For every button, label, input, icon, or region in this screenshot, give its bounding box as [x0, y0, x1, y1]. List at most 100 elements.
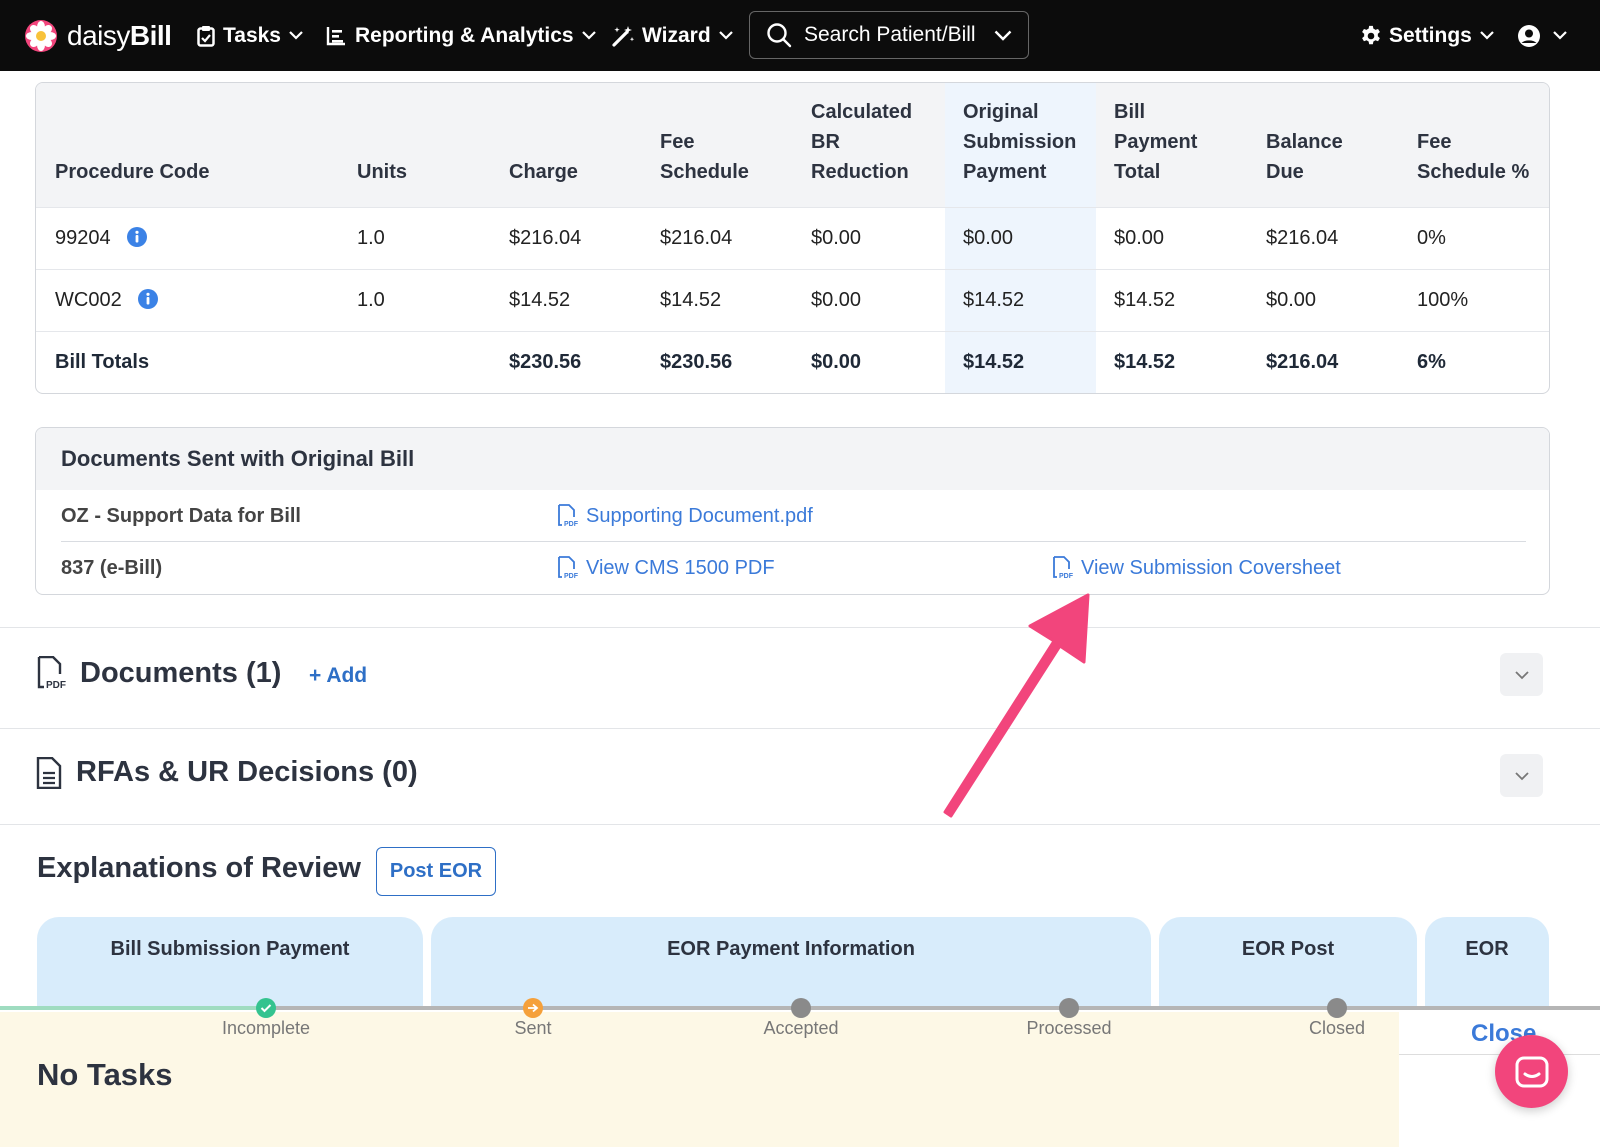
header-line: Payment: [963, 161, 1047, 183]
eor-tab-payment-info: EOR Payment Information: [431, 917, 1151, 1007]
user-menu[interactable]: [1517, 0, 1567, 71]
link-text: View CMS 1500 PDF: [586, 556, 775, 579]
svg-text:PDF: PDF: [564, 573, 578, 580]
header-units: Units: [357, 161, 407, 183]
row-divider: [36, 269, 1549, 270]
header-line: Schedule: [660, 161, 749, 183]
total-bill-payment: $14.52: [1114, 351, 1176, 373]
header-fee-schedule: Fee Schedule: [660, 127, 749, 187]
header-line: Bill: [1114, 101, 1146, 123]
view-cms-1500-link[interactable]: PDF View CMS 1500 PDF: [556, 556, 775, 580]
nav-reporting-label: Reporting & Analytics: [355, 23, 574, 47]
documents-sent-title: Documents Sent with Original Bill: [61, 446, 415, 471]
header-bill-payment-total: Bill Payment Total: [1114, 97, 1197, 187]
chevron-down-icon: [581, 31, 596, 40]
view-submission-coversheet-link[interactable]: PDF View Submission Coversheet: [1051, 556, 1341, 580]
divider: [61, 541, 1526, 542]
doc-row-label: 837 (e-Bill): [61, 557, 163, 579]
header-balance-due: Balance Due: [1266, 127, 1343, 187]
status-step-pending: [791, 998, 811, 1018]
chevron-down-icon: [1553, 31, 1567, 40]
add-document-button[interactable]: + Add: [309, 664, 367, 688]
tab-label: EOR Post: [1241, 938, 1335, 960]
procedure-code: WC002: [55, 289, 122, 311]
header-line: Calculated: [811, 101, 913, 123]
nav-reporting[interactable]: Reporting & Analytics: [326, 0, 596, 71]
link-text: View Submission Coversheet: [1081, 556, 1341, 579]
status-label-closed: Closed: [1308, 1018, 1366, 1038]
document-icon: [36, 756, 62, 789]
row-divider: [36, 331, 1549, 332]
arrow-right-icon: [528, 1003, 539, 1013]
cell-bill-payment: $14.52: [1114, 289, 1176, 311]
header-line: Fee: [1417, 131, 1452, 153]
header-br-reduction: Calculated BR Reduction: [811, 97, 912, 187]
nav-tasks[interactable]: Tasks: [197, 0, 303, 71]
cell-fee-schedule: $216.04: [660, 227, 733, 249]
search-patient-bill-input[interactable]: Search Patient/Bill: [749, 11, 1029, 59]
expand-rfa-button[interactable]: [1500, 754, 1543, 797]
total-original-payment: $14.52: [963, 351, 1025, 373]
tab-label: Bill Submission Payment: [110, 938, 350, 960]
cell-units: 1.0: [357, 289, 385, 311]
table-row-code: WC002: [55, 285, 159, 315]
daisy-logo-icon: [25, 19, 57, 52]
nav-settings[interactable]: Settings: [1360, 0, 1494, 71]
header-line: Fee: [660, 131, 695, 153]
daisybill-logo[interactable]: daisyBill: [24, 0, 172, 71]
status-label-accepted: Accepted: [763, 1018, 839, 1038]
cell-charge: $216.04: [509, 227, 582, 249]
post-eor-button[interactable]: Post EOR: [376, 847, 496, 896]
status-step-pending: [1327, 998, 1347, 1018]
tab-label: EOR: [1465, 938, 1509, 960]
header-line: Reduction: [811, 161, 909, 183]
chevron-down-icon: [718, 31, 733, 40]
chevron-down-icon: [1514, 771, 1529, 780]
eor-tab-eor: EOR: [1425, 917, 1549, 1007]
cell-br-reduction: $0.00: [811, 289, 862, 311]
nav-wizard-label: Wizard: [642, 23, 711, 47]
cell-bill-payment: $0.00: [1114, 227, 1165, 249]
totals-label: Bill Totals: [55, 351, 150, 373]
procedure-table: Procedure Code Units Charge Fee Schedule…: [35, 82, 1550, 394]
status-step-complete: [256, 998, 276, 1018]
status-step-current: [523, 998, 543, 1018]
cell-br-reduction: $0.00: [811, 227, 862, 249]
supporting-document-link[interactable]: PDF Supporting Document.pdf: [556, 504, 813, 528]
cell-fee-schedule: $14.52: [660, 289, 722, 311]
tasks-title: No Tasks: [37, 1057, 173, 1092]
tab-label: EOR Payment Information: [667, 938, 915, 960]
search-icon: [767, 23, 792, 48]
check-icon: [260, 1004, 272, 1013]
rfa-section-title[interactable]: RFAs & UR Decisions (0): [36, 756, 418, 789]
nav-wizard[interactable]: Wizard: [611, 0, 733, 71]
header-line: BR: [811, 131, 840, 153]
total-br-reduction: $0.00: [811, 351, 862, 373]
chevron-down-icon[interactable]: [994, 30, 1012, 41]
expand-documents-button[interactable]: [1500, 653, 1543, 696]
documents-sent-card: Documents Sent with Original Bill OZ - S…: [35, 427, 1550, 595]
info-icon[interactable]: [126, 226, 148, 248]
cell-units: 1.0: [357, 227, 385, 249]
status-progress: [0, 1006, 266, 1010]
eor-tab-bill-submission: Bill Submission Payment: [37, 917, 423, 1007]
header-line: Balance: [1266, 131, 1343, 153]
cell-balance-due: $216.04: [1266, 227, 1339, 249]
header-line: Original: [963, 101, 1039, 123]
chevron-down-icon: [1480, 31, 1494, 40]
procedure-code: 99204: [55, 227, 111, 249]
section-title-text: Documents (1): [80, 656, 282, 689]
header-original-submission-payment: Original Submission Payment: [963, 97, 1076, 187]
pdf-file-icon: PDF: [1053, 556, 1073, 580]
header-procedure-code: Procedure Code: [55, 161, 210, 183]
clipboard-icon: [197, 25, 215, 47]
logo-text: daisyBill: [67, 19, 172, 51]
info-icon[interactable]: [137, 288, 159, 310]
chat-launcher-button[interactable]: [1495, 1035, 1568, 1108]
documents-section-title[interactable]: PDF Documents (1): [36, 656, 281, 690]
cell-original-payment: $0.00: [963, 227, 1014, 249]
header-line: Due: [1266, 161, 1304, 183]
header-line: Payment: [1114, 131, 1198, 153]
header-line: Schedule %: [1417, 161, 1530, 183]
cell-fee-percent: 100%: [1417, 289, 1469, 311]
